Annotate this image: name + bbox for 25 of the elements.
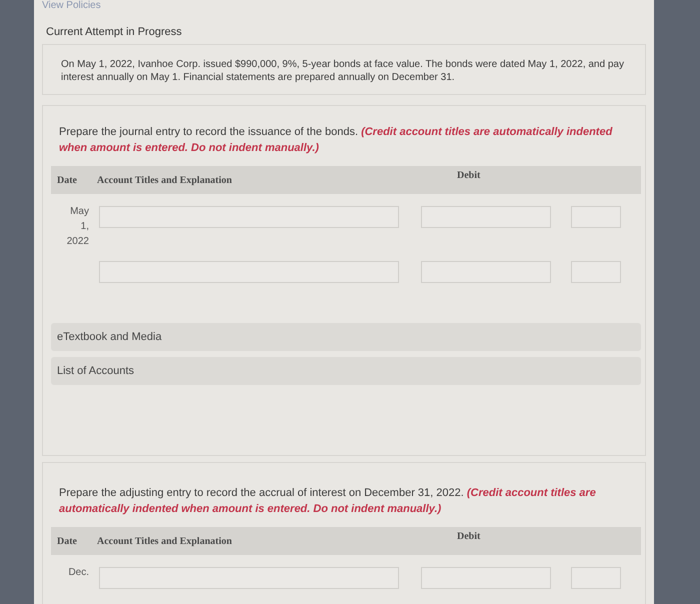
resource-link[interactable]: List of Accounts <box>51 357 641 385</box>
date-text: Dec. <box>68 566 89 580</box>
resource-link[interactable]: eTextbook and Media <box>51 323 641 351</box>
column-header: Debit <box>457 530 480 542</box>
instruction-text: Prepare the adjusting entry to record the accrual of interest on December 31, 2022. (Credit account titles are automatically indented when amount is entered. Do not indent manually.) <box>59 486 597 517</box>
account-input-field[interactable] <box>99 261 399 283</box>
column-header: Account Titles and Explanation <box>97 174 233 186</box>
column-header: Date <box>56 536 78 546</box>
problem-text: On May 1, 2022, Ivanhoe Corp. issued $990,000, 9%, 5-year bonds at face value. The bonds were dated May 1, 2022, and pay interest annually on May 1. Financial statements are prepared annually on December 31. <box>61 58 625 84</box>
column-header: Debit <box>457 170 480 180</box>
date-text: May <box>70 205 89 219</box>
credit-input-field[interactable] <box>571 567 621 589</box>
account-input-field[interactable] <box>99 567 399 589</box>
credit-input-field[interactable] <box>571 206 621 228</box>
account-input-field[interactable] <box>99 206 399 228</box>
debit-input-field[interactable] <box>421 261 551 283</box>
column-header: Date <box>56 174 78 186</box>
date-text: 2022 <box>66 235 89 249</box>
section-title: Current Attempt in Progress <box>46 26 183 38</box>
instruction-text: Prepare the journal entry to record the issuance of the bonds. (Credit account titles are automatically indented when amount is entered. Do not indent manually.) <box>59 125 614 156</box>
column-header: Account Titles and Explanation <box>97 536 233 546</box>
debit-input-field[interactable] <box>421 206 551 228</box>
credit-input-field[interactable] <box>571 261 621 283</box>
debit-input-field[interactable] <box>421 567 551 589</box>
date-text: 1, <box>80 220 89 234</box>
